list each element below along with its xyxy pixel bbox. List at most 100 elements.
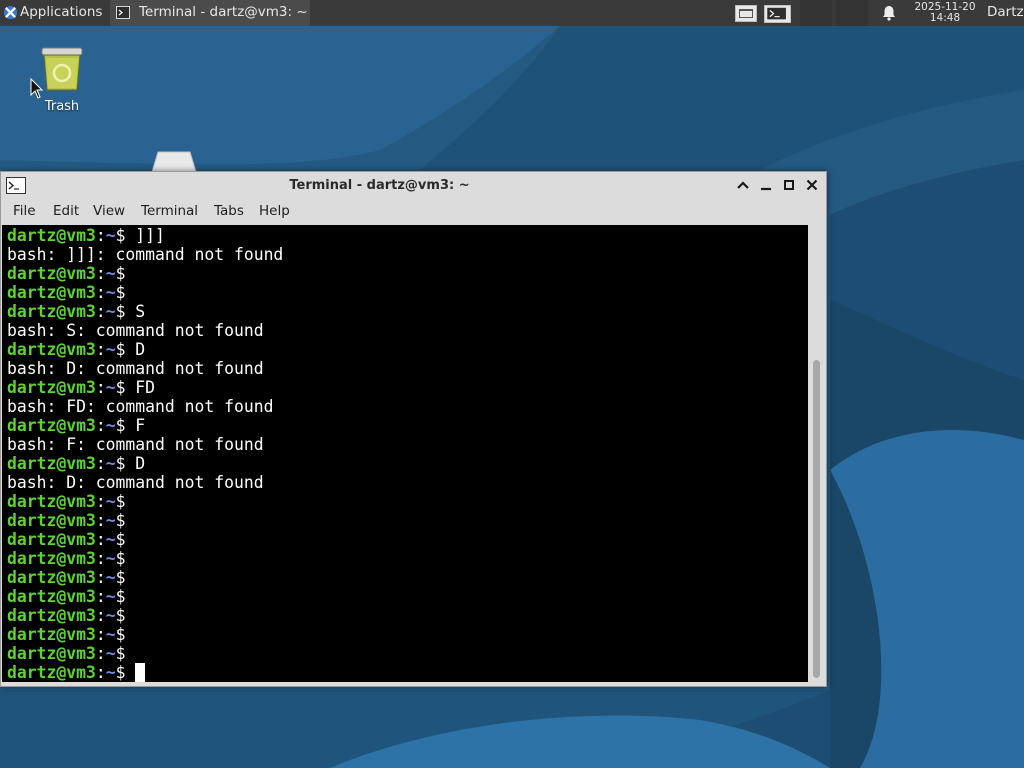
prompt-directory: ~	[105, 492, 116, 511]
prompt-separator: :	[95, 549, 106, 568]
prompt-separator: :	[95, 606, 106, 625]
prompt-user: dartz@vm3	[7, 454, 96, 473]
prompt-directory: ~	[105, 416, 116, 435]
scrollbar-thumb[interactable]	[813, 360, 820, 678]
prompt-directory: ~	[105, 340, 116, 359]
terminal-output-line: bash: S: command not found	[7, 321, 283, 340]
applications-menu[interactable]: Applications	[0, 0, 108, 26]
terminal-prompt-line: dartz@vm3:~$	[7, 530, 283, 549]
terminal-icon	[116, 6, 130, 19]
minimize-icon[interactable]	[759, 178, 773, 192]
window-titlebar[interactable]: Terminal - dartz@vm3: ~	[1, 172, 826, 199]
command-text: F	[125, 416, 146, 435]
prompt-symbol: $	[115, 511, 126, 530]
prompt-symbol: $	[115, 264, 126, 283]
prompt-symbol: $	[115, 454, 126, 473]
terminal-window: Terminal - dartz@vm3: ~ File Edit View T…	[0, 171, 827, 687]
prompt-symbol: $	[115, 530, 126, 549]
prompt-separator: :	[95, 283, 106, 302]
panel-separator	[800, 0, 832, 26]
prompt-symbol: $	[115, 587, 126, 606]
terminal-prompt-line: dartz@vm3:~$ D	[7, 454, 283, 473]
prompt-directory: ~	[105, 530, 116, 549]
prompt-directory: ~	[105, 226, 116, 245]
prompt-separator: :	[95, 511, 106, 530]
terminal-prompt-line: dartz@vm3:~$	[7, 644, 283, 663]
text-cursor	[135, 663, 146, 682]
output-text: bash: S: command not found	[7, 321, 264, 340]
menu-file[interactable]: File	[13, 199, 36, 224]
menu-tabs[interactable]: Tabs	[214, 199, 244, 224]
terminal-prompt-line: dartz@vm3:~$	[7, 606, 283, 625]
prompt-user: dartz@vm3	[7, 644, 96, 663]
command-text: ]]]	[125, 226, 165, 245]
output-text: bash: FD: command not found	[7, 397, 274, 416]
prompt-directory: ~	[105, 264, 116, 283]
command-text	[125, 663, 135, 682]
taskbar-terminal-button[interactable]: Terminal - dartz@vm3: ~	[110, 0, 310, 26]
prompt-directory: ~	[105, 644, 116, 663]
menu-view[interactable]: View	[93, 199, 125, 224]
prompt-separator: :	[95, 454, 106, 473]
top-panel: Applications Terminal - dartz@vm3: ~ 202…	[0, 0, 1024, 26]
prompt-symbol: $	[115, 568, 126, 587]
terminal-output[interactable]: dartz@vm3:~$ ]]] bash: ]]]: command not f…	[2, 225, 808, 682]
terminal-prompt-line: dartz@vm3:~$	[7, 283, 283, 302]
clock-time: 14:48	[929, 12, 961, 24]
menu-edit[interactable]: Edit	[53, 199, 79, 224]
show-desktop-button[interactable]	[735, 5, 757, 22]
prompt-user: dartz@vm3	[7, 587, 96, 606]
user-menu[interactable]: Dartz	[987, 0, 1024, 26]
prompt-directory: ~	[105, 606, 116, 625]
terminal-launcher-button[interactable]	[764, 5, 791, 23]
panel-clock[interactable]: 2025-11-20 14:48	[906, 2, 984, 26]
command-text: FD	[125, 378, 156, 397]
terminal-prompt-line: dartz@vm3:~$ ]]]	[7, 226, 283, 245]
prompt-separator: :	[95, 663, 106, 682]
prompt-separator: :	[95, 530, 106, 549]
mouse-cursor-icon	[30, 78, 44, 99]
prompt-user: dartz@vm3	[7, 549, 96, 568]
output-text: bash: D: command not found	[7, 473, 264, 492]
xfce-logo-icon	[3, 5, 18, 20]
terminal-output-line: bash: F: command not found	[7, 435, 283, 454]
prompt-directory: ~	[105, 587, 116, 606]
drive-icon[interactable]	[150, 150, 198, 172]
prompt-user: dartz@vm3	[7, 511, 96, 530]
output-text: bash: F: command not found	[7, 435, 264, 454]
trash-label: Trash	[44, 99, 80, 114]
terminal-icon	[767, 7, 786, 20]
prompt-directory: ~	[105, 302, 116, 321]
terminal-output-line: bash: D: command not found	[7, 473, 283, 492]
bell-icon[interactable]	[880, 4, 898, 22]
terminal-prompt-line: dartz@vm3:~$ D	[7, 340, 283, 359]
terminal-prompt-line: dartz@vm3:~$	[7, 568, 283, 587]
terminal-prompt-line: dartz@vm3:~$	[7, 511, 283, 530]
terminal-output-line: bash: D: command not found	[7, 359, 283, 378]
prompt-user: dartz@vm3	[7, 663, 96, 682]
menu-terminal[interactable]: Terminal	[141, 199, 198, 224]
prompt-user: dartz@vm3	[7, 340, 96, 359]
output-text: bash: D: command not found	[7, 359, 264, 378]
prompt-separator: :	[95, 340, 106, 359]
prompt-symbol: $	[115, 416, 126, 435]
prompt-separator: :	[95, 264, 106, 283]
prompt-separator: :	[95, 568, 106, 587]
terminal-output-line: bash: ]]]: command not found	[7, 245, 283, 264]
terminal-scrollbar[interactable]	[808, 225, 826, 682]
terminal-prompt-line: dartz@vm3:~$ S	[7, 302, 283, 321]
prompt-directory: ~	[105, 454, 116, 473]
close-icon[interactable]	[805, 178, 819, 192]
prompt-symbol: $	[115, 663, 126, 682]
output-text: bash: ]]]: command not found	[7, 245, 284, 264]
maximize-icon[interactable]	[782, 178, 796, 192]
terminal-prompt-line: dartz@vm3:~$	[7, 587, 283, 606]
terminal-prompt-line: dartz@vm3:~$	[7, 625, 283, 644]
terminal-prompt-line: dartz@vm3:~$	[7, 549, 283, 568]
prompt-separator: :	[95, 587, 106, 606]
chevron-up-icon[interactable]	[736, 178, 750, 192]
prompt-symbol: $	[115, 549, 126, 568]
terminal-prompt-line: dartz@vm3:~$	[7, 492, 283, 511]
prompt-user: dartz@vm3	[7, 416, 96, 435]
menu-help[interactable]: Help	[259, 199, 290, 224]
